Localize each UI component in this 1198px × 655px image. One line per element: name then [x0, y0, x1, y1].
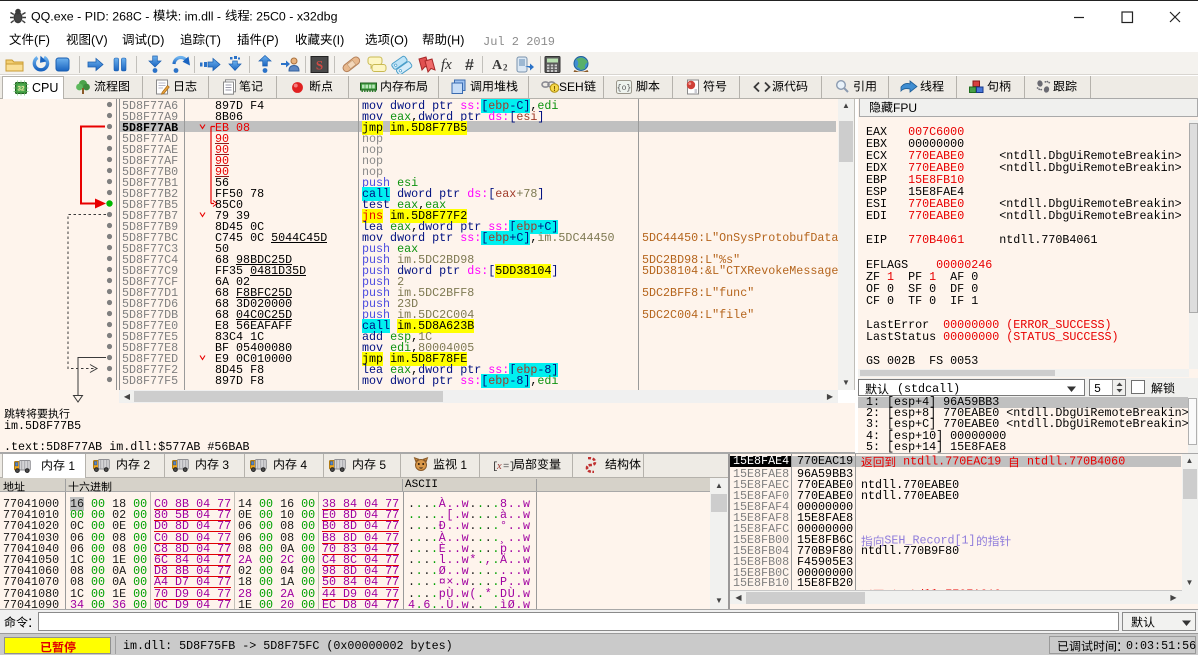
svg-text:S: S [316, 58, 323, 73]
svg-text:!: ! [553, 84, 556, 93]
svg-text:fx: fx [441, 57, 452, 73]
svg-text:32: 32 [17, 86, 25, 93]
svg-text:#: # [465, 57, 474, 74]
svg-text:x: x [496, 461, 502, 471]
svg-text:A: A [492, 58, 503, 73]
svg-text:{o}: {o} [617, 84, 631, 93]
svg-text:2: 2 [503, 63, 508, 73]
